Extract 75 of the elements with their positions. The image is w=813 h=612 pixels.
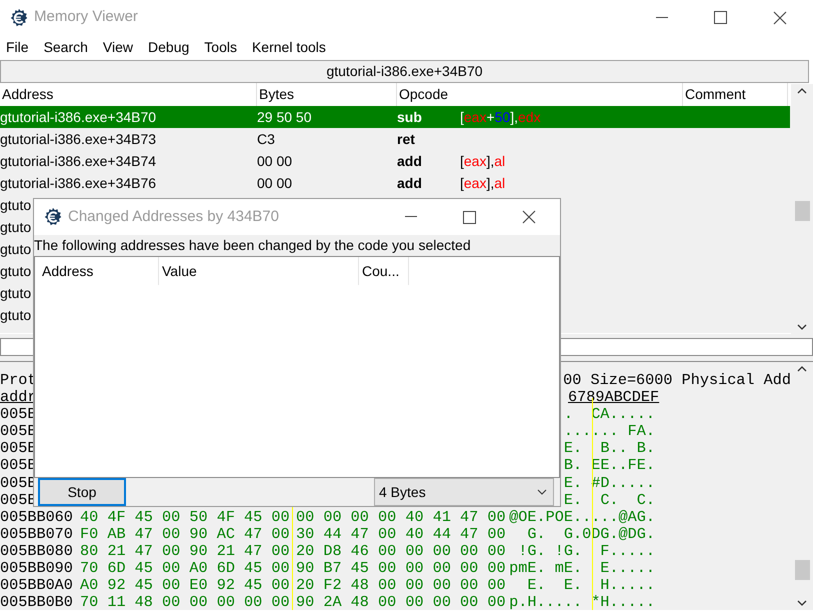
disassembly-row[interactable]: gtutorial-i386.exe+34B73 C3 ret	[0, 128, 790, 150]
disassembly-row[interactable]: gtutorial-i386.exe+34B70 29 50 50 sub [eax+50],edx	[0, 106, 790, 128]
address-cell: gtutorial-i386.exe+34B74	[0, 152, 156, 168]
hex-bytes: 20 D8 46 00 00 00 00 00	[296, 542, 506, 560]
window-title: Memory Viewer	[34, 7, 138, 28]
minimize-icon[interactable]	[405, 216, 417, 218]
dialog-message: The following addresses have been changed by the code you selected	[34, 236, 472, 256]
disassembly-row[interactable]: gtutorial-i386.exe+34B76 00 00 add [eax],al	[0, 172, 790, 194]
close-icon[interactable]	[522, 210, 536, 224]
address-cell: gtuto	[0, 284, 32, 300]
hex-bytes: 30 44 47 00 40 44 47 00	[296, 524, 506, 543]
hex-bytes: 20 F2 48 00 00 00 00 00	[296, 576, 506, 594]
bytes-cell: C3	[257, 130, 275, 146]
menu-item[interactable]: Tools	[204, 37, 237, 58]
minimize-icon[interactable]	[656, 16, 668, 18]
mnemonic-cell: add	[397, 174, 422, 190]
address-cell: gtutorial-i386.exe+34B70	[0, 108, 156, 124]
address-list[interactable]: Address Value Cou...	[34, 256, 560, 478]
dialog-title: Changed Addresses by 434B70	[68, 206, 279, 227]
operands-cell-text: [eax],al	[460, 152, 506, 171]
address-cell: gtutorial-i386.exe+34B73	[0, 130, 156, 146]
scrollbar-thumb[interactable]	[795, 560, 810, 580]
hex-address: 005BB070	[0, 526, 74, 543]
bytes-cell: 29 50 50	[257, 108, 312, 124]
ascii-text: B. EE..FE.	[564, 457, 655, 475]
scrollbar-thumb[interactable]	[795, 201, 810, 221]
hex-bytes: 00 00 00 00 40 41 47 00	[296, 508, 506, 526]
menu-item[interactable]: Search	[44, 37, 88, 58]
disassembly-row[interactable]: gtutorial-i386.exe+34B74 00 00 add [eax],al	[0, 150, 790, 172]
menu-item[interactable]: Kernel tools	[252, 37, 326, 58]
mnemonic-cell: ret	[397, 130, 415, 146]
hex-address: 005BB080	[0, 542, 74, 560]
ascii-text: pmE. mE. E.....	[509, 560, 655, 578]
hex-bytes: 40 4F 45 00 50 4F 45 00	[80, 508, 290, 526]
menu-item[interactable]: View	[102, 37, 134, 58]
menu-item[interactable]: Debug	[148, 37, 190, 58]
hex-address: 005BB0B0	[0, 594, 74, 610]
hex-address: 005BB0A0	[0, 577, 74, 594]
maximize-icon[interactable]	[714, 11, 727, 24]
address-cell: gtuto	[0, 306, 32, 322]
hex-bytes: 90 2A 48 00 00 00 00 00	[296, 593, 506, 610]
hex-bytes: F0 AB 47 00 90 AC 47 00	[80, 524, 290, 543]
stop-button[interactable]: Stop	[38, 478, 126, 506]
mnemonic-cell: sub	[397, 108, 422, 124]
ascii-text: E. E. H.....	[526, 577, 655, 594]
operands-cell-text: [eax],al	[460, 174, 506, 193]
header-text: 6789ABCDEF	[568, 389, 660, 406]
hex-bytes: 80 21 47 00 90 21 47 00	[80, 542, 290, 560]
hex-bytes: 90 B7 45 00 00 00 00 00	[296, 559, 506, 578]
menu-item[interactable]: File	[6, 37, 29, 58]
address-bar: gtutorial-i386.exe+34B70	[0, 60, 809, 83]
ascii-text: p.H..... *H.....	[509, 594, 655, 610]
column-header[interactable]: Value	[159, 257, 359, 286]
ascii-text: E. B.. B.	[564, 440, 655, 458]
mnemonic-cell: add	[397, 152, 422, 168]
hex-bytes: 70 6D 45 00 A0 6D 45 00	[80, 559, 290, 578]
column-header[interactable]: Cou...	[359, 257, 409, 286]
scrollbar[interactable]	[791, 362, 813, 610]
maximize-icon[interactable]	[463, 210, 476, 224]
ascii-text: !G. !G. F.....	[517, 542, 655, 560]
chevron-down-icon	[537, 489, 547, 495]
hex-address: 005BB060	[0, 508, 74, 526]
ascii-text: E. C. C.	[564, 492, 655, 509]
hex-bytes: A0 92 45 00 E0 92 45 00	[80, 576, 290, 594]
hex-bytes: 70 11 48 00 00 00 00 00	[80, 593, 290, 610]
header-text: 00 Size=6000 Physical Add	[563, 372, 791, 390]
size-dropdown[interactable]: 4 Bytes	[374, 478, 554, 506]
bytes-cell: 00 00	[257, 174, 292, 190]
operands-cell-text: [eax+50],edx	[460, 108, 541, 127]
address-cell: gtutorial-i386.exe+34B76	[0, 174, 156, 190]
hex-address: 005BB090	[0, 560, 74, 578]
column-header[interactable]: Address	[35, 257, 159, 286]
gear-icon	[8, 6, 30, 28]
bytes-cell: 00 00	[257, 152, 292, 168]
close-icon[interactable]	[773, 10, 787, 24]
